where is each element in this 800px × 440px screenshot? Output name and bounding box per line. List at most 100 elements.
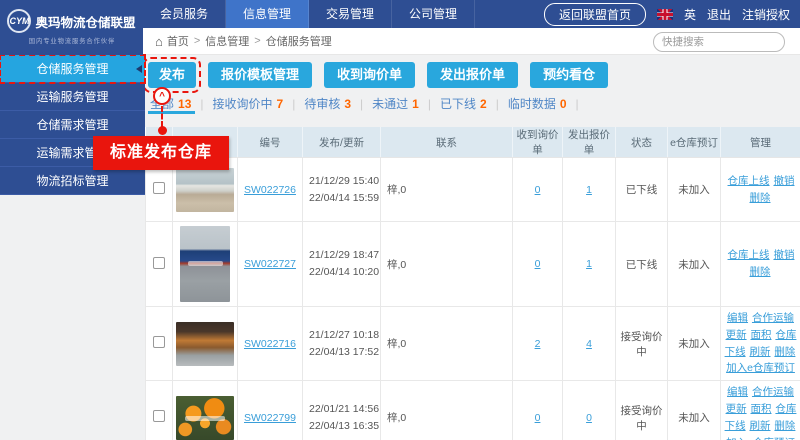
warehouse-photo[interactable]: [176, 322, 234, 366]
warehouse-id-link[interactable]: SW022716: [244, 338, 296, 350]
sent-quotes-button[interactable]: 发出报价单: [427, 62, 518, 88]
manage-cell: 仓库上线 撤销删除: [721, 158, 800, 222]
action-area[interactable]: 面积: [751, 329, 772, 341]
breadcrumb-separator: >: [254, 35, 260, 47]
header-contact: 联系: [381, 127, 513, 158]
home-icon: ⌂: [155, 34, 163, 49]
row-checkbox[interactable]: [153, 410, 165, 422]
quick-search-input[interactable]: [662, 36, 797, 48]
received-inquiries-link[interactable]: 2: [535, 338, 541, 350]
action-edit[interactable]: 编辑: [727, 386, 748, 398]
nav-company-management[interactable]: 公司管理: [392, 0, 475, 28]
quick-search-box: [653, 32, 785, 52]
sent-quotes-link[interactable]: 1: [586, 184, 592, 196]
quote-template-button[interactable]: 报价模板管理: [208, 62, 312, 88]
action-update[interactable]: 更新: [726, 329, 747, 341]
published-date: 21/12/29 15:40: [309, 173, 380, 190]
warehouse-photo[interactable]: [180, 226, 230, 302]
warehouse-id-link[interactable]: SW022799: [244, 412, 296, 424]
table-row: SW022727 21/12/29 18:47 22/04/14 10:20 梓…: [146, 222, 800, 307]
logo-title: 奥玛物流仓储联盟: [35, 12, 135, 31]
sidebar-item-warehouse-service[interactable]: 仓储服务管理: [0, 55, 145, 83]
toolbar: 发布 报价模板管理 收到询价单 发出报价单 预约看仓: [148, 62, 608, 88]
annotation-dashed-line: [161, 106, 163, 127]
manage-cell: 编辑 合作运输 更新 面积 仓库下线 刷新 删除 加入e仓库预订: [721, 381, 800, 440]
header-manage: 管理: [721, 127, 800, 158]
filter-offline-count: 2: [480, 97, 487, 111]
action-coop-transport[interactable]: 合作运输: [752, 312, 794, 324]
updated-date: 22/04/13 16:35: [309, 418, 380, 435]
active-item-arrow-icon: [136, 65, 142, 73]
header-ewarehouse: e仓库预订: [668, 127, 721, 158]
breadcrumb-info-management[interactable]: 信息管理: [205, 33, 249, 49]
manage-cell: 编辑 合作运输 更新 面积 仓库下线 刷新 删除 加入e仓库预订: [721, 307, 800, 381]
logout-link[interactable]: 退出: [707, 6, 731, 23]
action-update[interactable]: 更新: [726, 403, 747, 415]
warehouse-id-link[interactable]: SW022727: [244, 258, 296, 270]
sent-quotes-link[interactable]: 0: [586, 412, 592, 424]
uk-flag-icon[interactable]: [657, 9, 673, 20]
back-to-alliance-home-button[interactable]: 返回联盟首页: [544, 3, 646, 26]
filter-accepting-inquiry-count: 7: [277, 97, 284, 111]
sidebar-item-logistics-tender[interactable]: 物流招标管理: [0, 167, 145, 195]
nav-member-services[interactable]: 会员服务: [143, 0, 226, 28]
action-join-ewarehouse[interactable]: 加入e仓库预订: [726, 437, 795, 440]
received-inquiries-link[interactable]: 0: [535, 412, 541, 424]
header-id: 编号: [238, 127, 303, 158]
filter-separator: |: [200, 97, 203, 111]
logo-badge-icon: CYM: [7, 9, 31, 33]
header-received: 收到询价单: [513, 127, 563, 158]
action-delete[interactable]: 删除: [774, 346, 795, 358]
received-inquiries-link[interactable]: 0: [535, 258, 541, 270]
published-date: 22/01/21 14:56: [309, 401, 380, 418]
contact-cell: 梓,0: [381, 158, 513, 222]
action-join-ewarehouse[interactable]: 加入e仓库预订: [726, 362, 795, 374]
action-area[interactable]: 面积: [751, 403, 772, 415]
action-edit[interactable]: 编辑: [727, 312, 748, 324]
filter-all-count: 13: [178, 97, 191, 111]
sent-quotes-link[interactable]: 4: [586, 338, 592, 350]
status-cell: 接受询价中: [616, 307, 668, 381]
filter-temp-data[interactable]: 临时数据: [508, 95, 556, 112]
row-checkbox[interactable]: [153, 336, 165, 348]
publish-button[interactable]: 发布: [148, 62, 196, 88]
breadcrumb-home[interactable]: 首页: [167, 33, 189, 49]
caret-icon: ^: [159, 91, 165, 102]
status-cell: 已下线: [616, 222, 668, 307]
filter-rejected[interactable]: 未通过: [372, 95, 408, 112]
nav-trade-management[interactable]: 交易管理: [309, 0, 392, 28]
topbar-right-controls: 返回联盟首页 英 退出 注销授权: [544, 0, 790, 28]
filter-offline[interactable]: 已下线: [440, 95, 476, 112]
row-checkbox[interactable]: [153, 182, 165, 194]
ewarehouse-cell: 未加入: [668, 158, 721, 222]
filter-pending-review[interactable]: 待审核: [304, 95, 340, 112]
header-sent: 发出报价单: [563, 127, 616, 158]
published-date: 21/12/29 18:47: [309, 247, 380, 264]
filter-separator: |: [292, 97, 295, 111]
language-english-link[interactable]: 英: [684, 6, 696, 23]
action-refresh[interactable]: 刷新: [750, 346, 771, 358]
action-refresh[interactable]: 刷新: [750, 420, 771, 432]
action-delete[interactable]: 删除: [774, 420, 795, 432]
nav-info-management[interactable]: 信息管理: [226, 0, 309, 28]
breadcrumb-separator: >: [194, 35, 200, 47]
action-warehouse-online[interactable]: 仓库上线: [728, 249, 770, 261]
ewarehouse-cell: 未加入: [668, 307, 721, 381]
filter-accepting-inquiry[interactable]: 接收询价中: [213, 95, 273, 112]
deauthorize-link[interactable]: 注销授权: [742, 6, 790, 23]
warehouse-photo[interactable]: [176, 168, 234, 212]
sidebar-item-warehouse-demand[interactable]: 仓储需求管理: [0, 111, 145, 139]
warehouse-id-link[interactable]: SW022726: [244, 184, 296, 196]
book-visit-button[interactable]: 预约看仓: [530, 62, 608, 88]
action-coop-transport[interactable]: 合作运输: [752, 386, 794, 398]
received-inquiries-button[interactable]: 收到询价单: [324, 62, 415, 88]
sent-quotes-link[interactable]: 1: [586, 258, 592, 270]
row-checkbox[interactable]: [153, 257, 165, 269]
warehouse-photo[interactable]: [176, 396, 234, 440]
dates-cell: 22/01/21 14:56 22/04/13 16:35: [303, 381, 381, 440]
filter-tabs: 全部13 | 接收询价中7 | 待审核3 | 未通过1 | 已下线2 | 临时数…: [150, 95, 588, 112]
received-inquiries-link[interactable]: 0: [535, 184, 541, 196]
logo-tagline: 国内专业物流服务合作伙伴: [28, 37, 114, 46]
sidebar-item-transport-service[interactable]: 运输服务管理: [0, 83, 145, 111]
action-warehouse-online[interactable]: 仓库上线: [728, 175, 770, 187]
